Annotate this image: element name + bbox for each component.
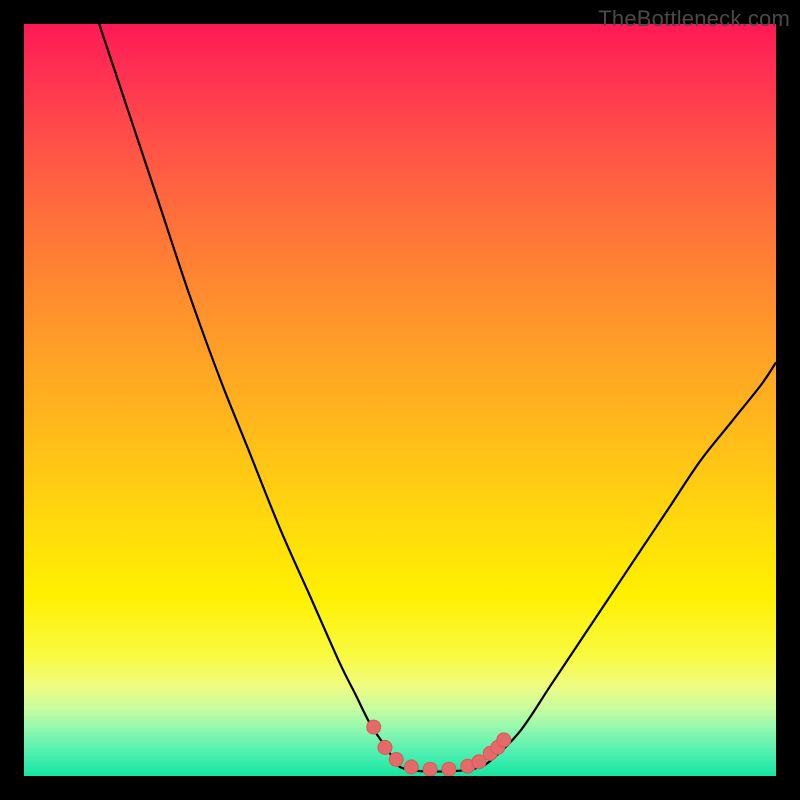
marker-group — [367, 720, 511, 776]
plot-area — [24, 24, 776, 776]
marker-point — [389, 753, 403, 767]
marker-point — [378, 740, 392, 754]
marker-point — [497, 733, 511, 747]
marker-point — [442, 762, 456, 776]
marker-point — [404, 760, 418, 774]
chart-frame: TheBottleneck.com — [0, 0, 800, 800]
marker-point — [423, 762, 437, 776]
curve-layer — [24, 24, 776, 776]
marker-point — [367, 720, 381, 734]
bottleneck-curve — [99, 24, 776, 772]
watermark-text: TheBottleneck.com — [598, 6, 790, 32]
